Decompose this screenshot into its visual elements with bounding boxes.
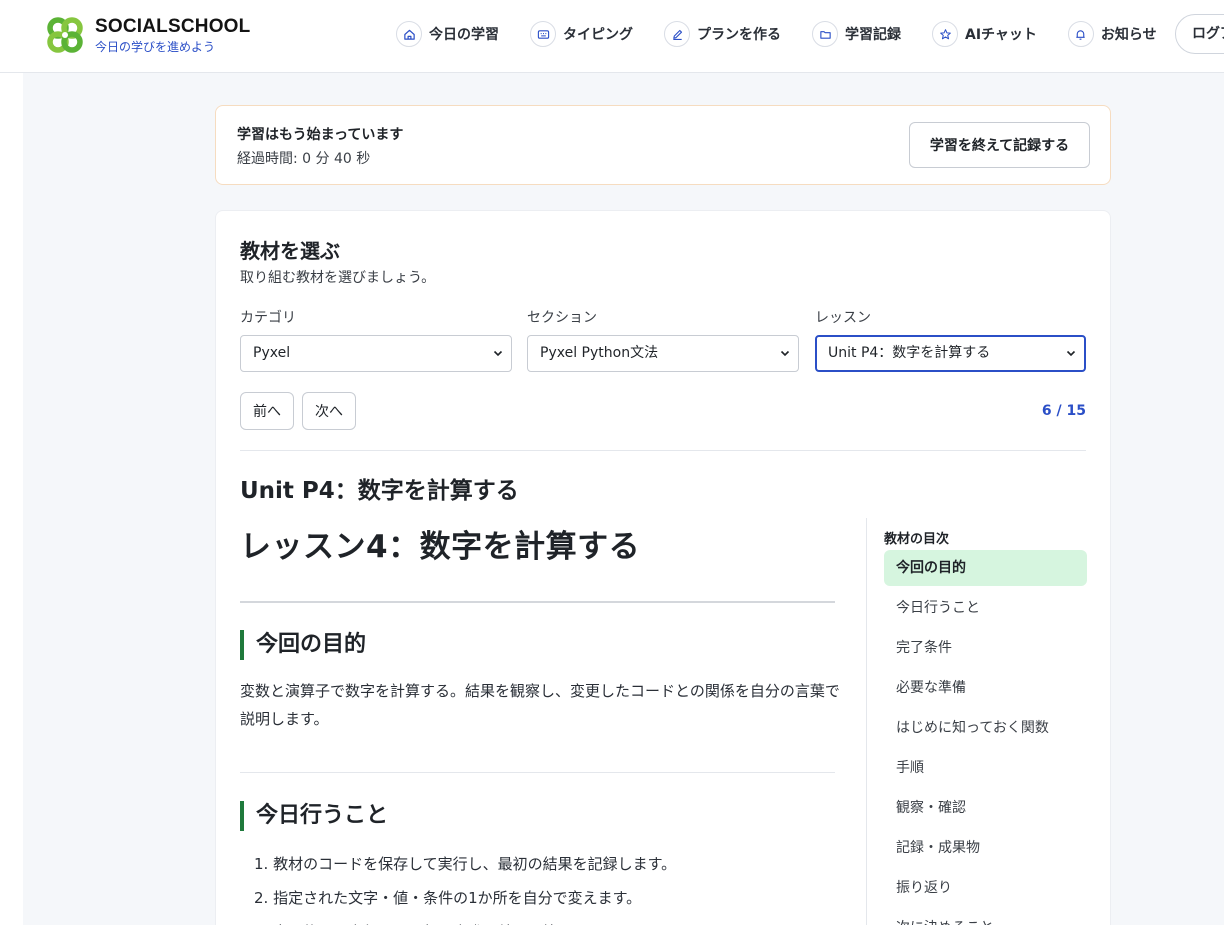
purpose-text: 変数と演算子で数字を計算する。結果を観察し、変更したコードとの関係を自分の言葉で…: [240, 682, 840, 728]
toc-item-functions[interactable]: はじめに知っておく関数: [884, 710, 1087, 746]
study-timer-card: 学習はもう始まっています 経過時間: 0 分 40 秒 学習を終えて記録する: [215, 105, 1111, 185]
category-value: Pyxel: [253, 345, 291, 361]
nav-label: タイピング: [563, 27, 633, 43]
toc-item-procedure[interactable]: 手順: [884, 750, 1087, 786]
section-value: Pyxel Python文法: [540, 345, 659, 361]
list-item: 2. 指定された文字・値・条件の1か所を自分で変えます。: [254, 889, 642, 907]
brand-logo-icon: [47, 17, 83, 53]
nav-label: AIチャット: [965, 27, 1037, 43]
nav-plan[interactable]: プランを作る: [664, 20, 781, 48]
nav-today[interactable]: 今日の学習: [396, 20, 499, 48]
nav-label: 今日の学習: [429, 27, 499, 43]
brand[interactable]: SOCIALSCHOOL 今日の学びを進めよう: [44, 14, 250, 56]
section-heading-purpose: 今回の目的: [240, 630, 366, 660]
star-icon: [932, 21, 958, 47]
lesson-position: 6 / 15: [1041, 403, 1086, 419]
prev-button[interactable]: 前へ: [240, 392, 294, 430]
next-button[interactable]: 次へ: [302, 392, 356, 430]
material-card: 教材を選ぶ 取り組む教材を選びましょう。 カテゴリ Pyxel セクション Py…: [215, 210, 1111, 925]
nav-label: お知らせ: [1100, 27, 1157, 43]
timer-title: 学習はもう始まっています: [237, 127, 404, 143]
toc-item-preparation[interactable]: 必要な準備: [884, 670, 1087, 706]
toc-item-next[interactable]: 次に決めること: [884, 910, 1087, 925]
bell-icon: [1067, 21, 1094, 47]
toc-title: 教材の目次: [884, 532, 950, 547]
keyboard-icon: [530, 21, 556, 47]
chevron-down-icon: [780, 350, 790, 356]
toc-item-purpose[interactable]: 今回の目的: [884, 550, 1087, 586]
chevron-down-icon: [493, 350, 503, 356]
heading-rule: [240, 601, 835, 603]
top-header: SOCIALSCHOOL 今日の学びを進めよう 今日の学習 タイピング プランを…: [0, 0, 1224, 73]
folder-icon: [812, 21, 838, 47]
section-label: セクション: [527, 310, 597, 326]
toc-item-reflection[interactable]: 振り返り: [884, 870, 1087, 906]
home-icon: [396, 21, 422, 47]
material-subtitle: 取り組む教材を選びましょう。: [240, 270, 436, 286]
lesson-select[interactable]: Unit P4：数字を計算する: [815, 335, 1086, 372]
divider: [240, 450, 1086, 451]
category-label: カテゴリ: [240, 310, 296, 326]
table-of-contents: 教材の目次 今回の目的 今日行うこと 完了条件 必要な準備 はじめに知っておく関…: [866, 518, 1087, 925]
nav-label: 学習記録: [845, 27, 901, 43]
list-item: 3. 変更後を再実行し、予想と実際の結果を比べます。: [254, 915, 844, 925]
lesson-value: Unit P4：数字を計算する: [828, 345, 991, 361]
nav-notices[interactable]: お知らせ: [1067, 20, 1157, 48]
unit-title: Unit P4：数字を計算する: [240, 478, 519, 504]
toc-item-completion[interactable]: 完了条件: [884, 630, 1087, 666]
chevron-down-icon: [1066, 350, 1076, 356]
section-select[interactable]: Pyxel Python文法: [527, 335, 799, 372]
finish-and-record-button[interactable]: 学習を終えて記録する: [909, 122, 1090, 168]
nav-ai-chat[interactable]: AIチャット: [932, 20, 1037, 48]
toc-item-record[interactable]: 記録・成果物: [884, 830, 1087, 866]
elapsed-time: 経過時間: 0 分 40 秒: [237, 151, 371, 167]
steps-list: 1. 教材のコードを保存して実行し、最初の結果を記録します。 2. 指定された文…: [254, 847, 844, 925]
nav-label: プランを作る: [697, 27, 781, 43]
lesson-heading: レッスン4：数字を計算する: [240, 529, 641, 565]
toc-item-today[interactable]: 今日行うこと: [884, 590, 1087, 626]
nav-typing[interactable]: タイピング: [530, 20, 633, 48]
material-title: 教材を選ぶ: [240, 239, 340, 263]
brand-tagline: 今日の学びを進めよう: [95, 39, 216, 54]
list-item: 1. 教材のコードを保存して実行し、最初の結果を記録します。: [254, 855, 677, 873]
toc-item-observation[interactable]: 観察・確認: [884, 790, 1087, 826]
category-select[interactable]: Pyxel: [240, 335, 512, 372]
brand-name: SOCIALSCHOOL: [95, 15, 251, 37]
section-rule: [240, 772, 835, 773]
section-heading-today: 今日行うこと: [240, 801, 388, 831]
nav-records[interactable]: 学習記録: [812, 20, 901, 48]
logout-button[interactable]: ログアウト: [1175, 14, 1224, 54]
main-nav: 今日の学習 タイピング プランを作る 学習記録 AIチャット お知らせ: [396, 20, 1188, 48]
lesson-label: レッスン: [815, 310, 871, 326]
pencil-icon: [664, 21, 690, 47]
toc-list: 今回の目的 今日行うこと 完了条件 必要な準備 はじめに知っておく関数 手順 観…: [884, 550, 1087, 925]
